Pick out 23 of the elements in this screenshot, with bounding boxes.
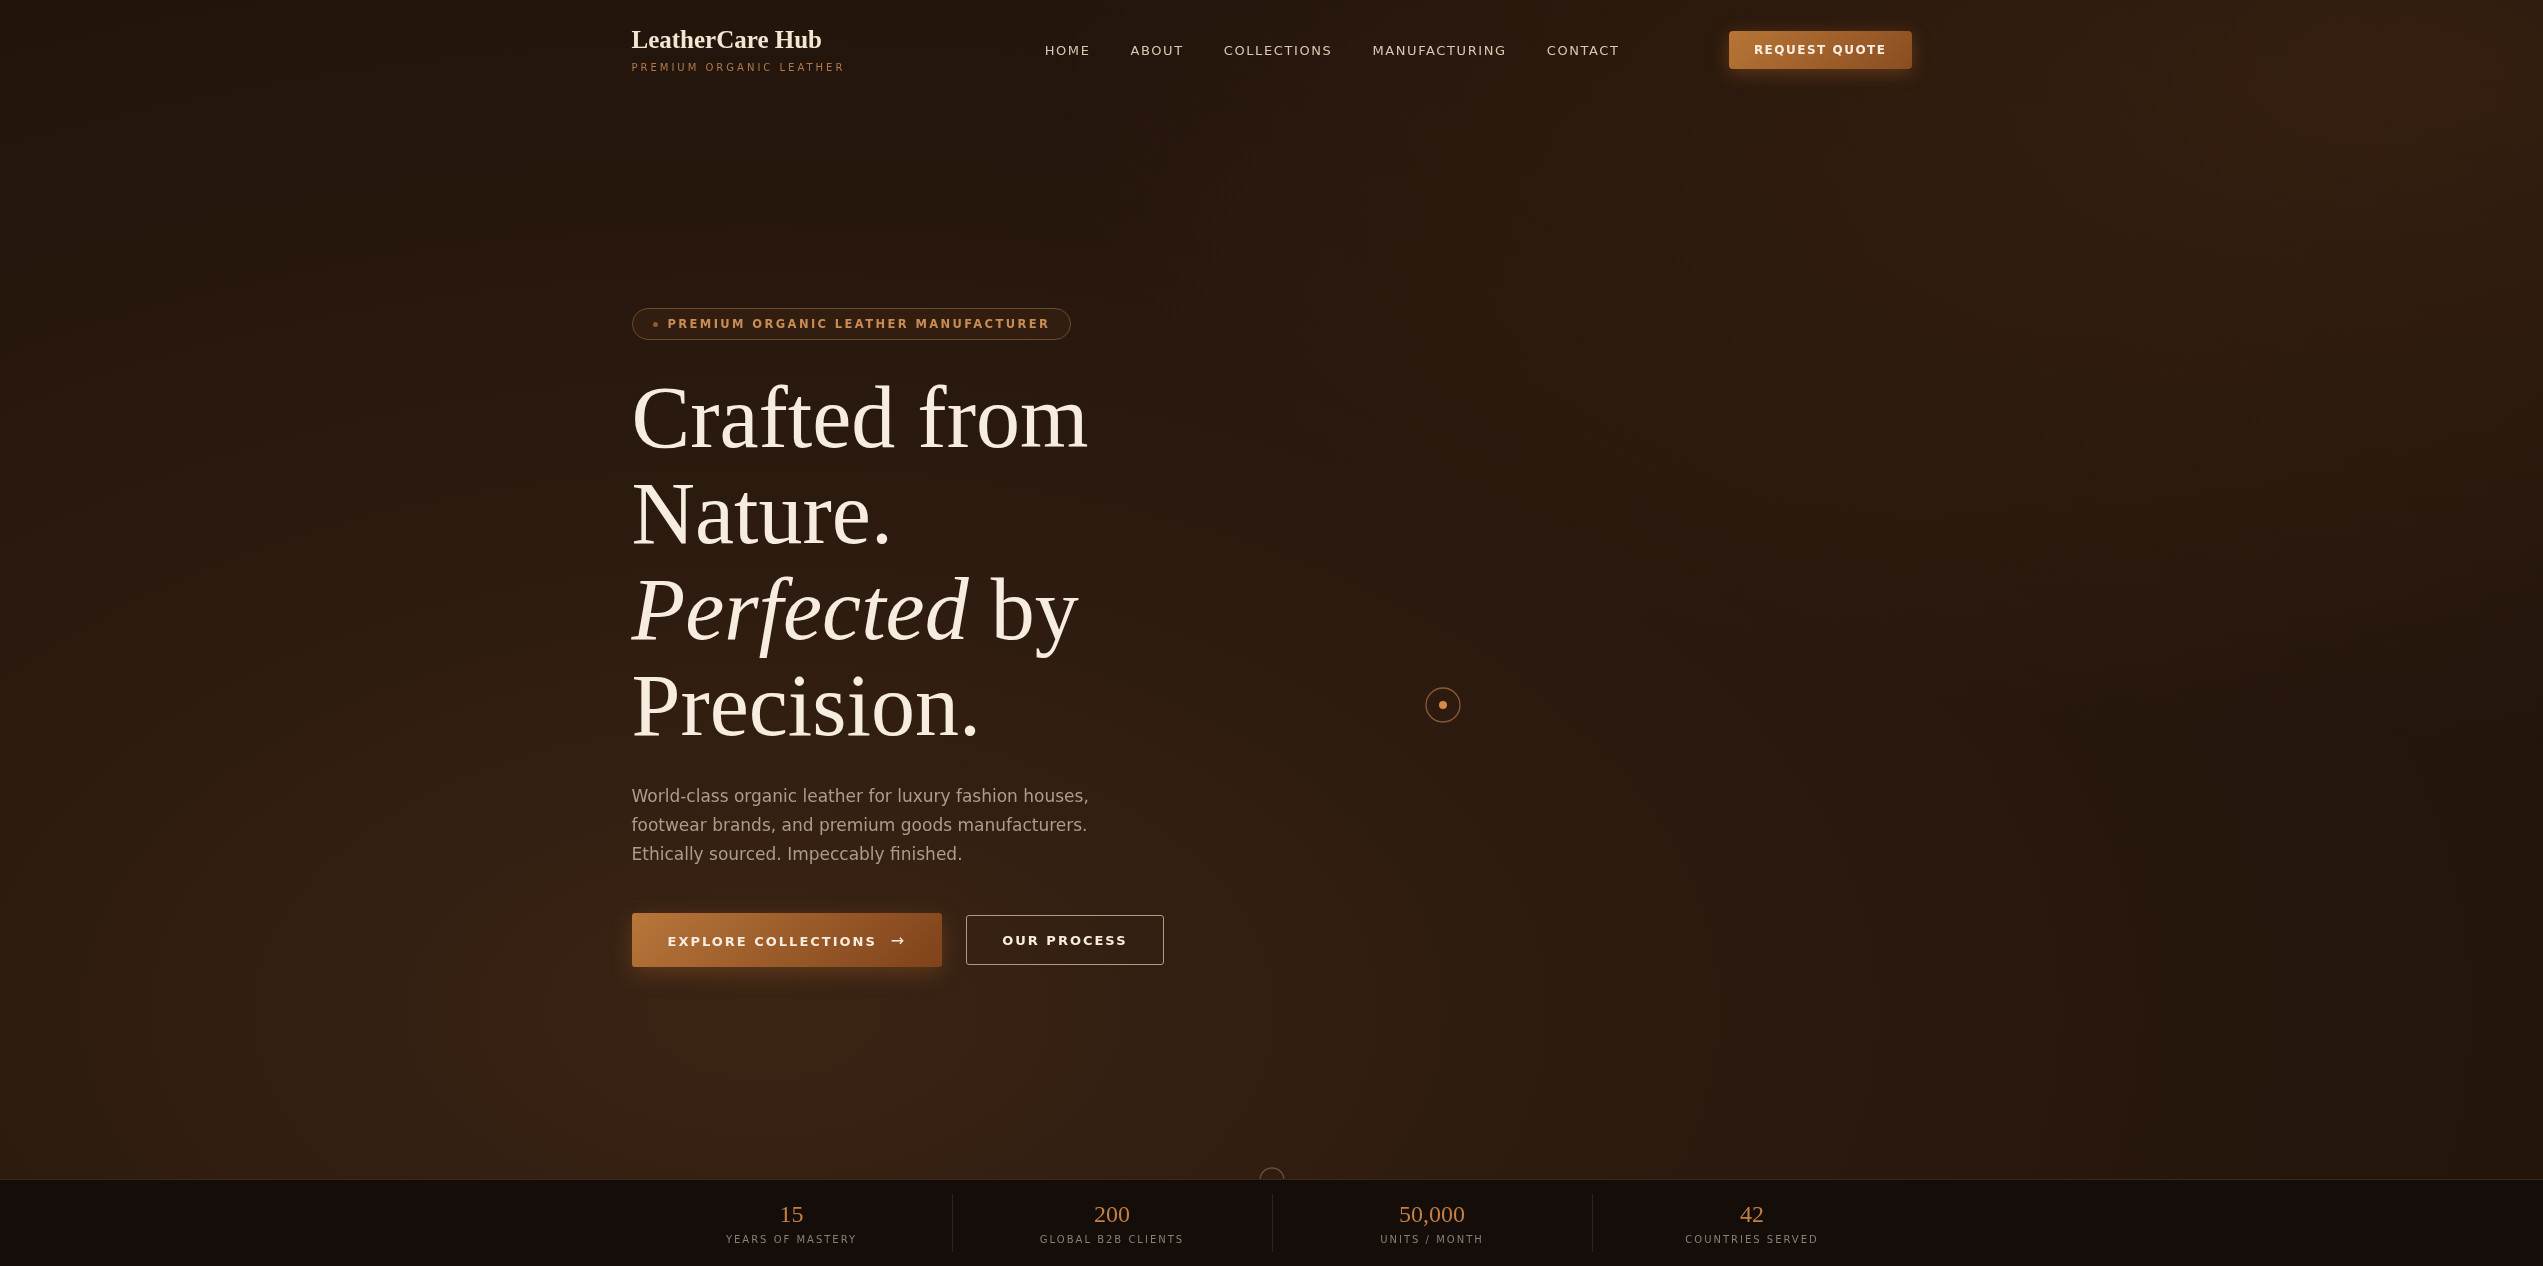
request-quote-button[interactable]: REQUEST QUOTE (1728, 31, 1912, 69)
logo[interactable]: LeatherCare Hub (631, 25, 846, 54)
stat-label: GLOBAL B2B CLIENTS (1039, 1234, 1185, 1245)
stat-value: 200 (1094, 1201, 1130, 1228)
hero-description: World-class organic leather for luxury fashion houses, footwear brands, and premium goods manufacturers. Ethically sourced. Impeccably finished. (631, 785, 1090, 866)
stat-value: 50,000 (1399, 1201, 1465, 1228)
nav-link[interactable]: CONTACT (1546, 42, 1620, 58)
our-process-button[interactable]: OUR PROCESS (966, 915, 1164, 965)
tagline: PREMIUM ORGANIC LEATHER (631, 61, 846, 73)
nav-link[interactable]: COLLECTIONS (1223, 42, 1333, 58)
stat-value: 42 (1740, 1201, 1764, 1228)
hero-heading: Crafted from Nature. Perfected by Precision. (631, 370, 1090, 754)
nav-link[interactable]: HOME (1044, 42, 1091, 58)
stat-label: YEARS OF MASTERY (725, 1234, 858, 1245)
stat-label: COUNTRIES SERVED (1685, 1234, 1819, 1245)
stat-value: 15 (779, 1201, 804, 1228)
badge-label: PREMIUM ORGANIC LEATHER MANUFACTURER (667, 317, 1051, 331)
target-icon[interactable] (1425, 687, 1461, 723)
dot-icon (652, 321, 658, 327)
nav-link[interactable]: MANUFACTURING (1372, 42, 1507, 58)
stat-label: UNITS / MONTH (1380, 1234, 1484, 1245)
explore-collections-button[interactable]: EXPLORE COLLECTIONS → (631, 913, 943, 967)
nav-link[interactable]: ABOUT (1130, 42, 1184, 58)
